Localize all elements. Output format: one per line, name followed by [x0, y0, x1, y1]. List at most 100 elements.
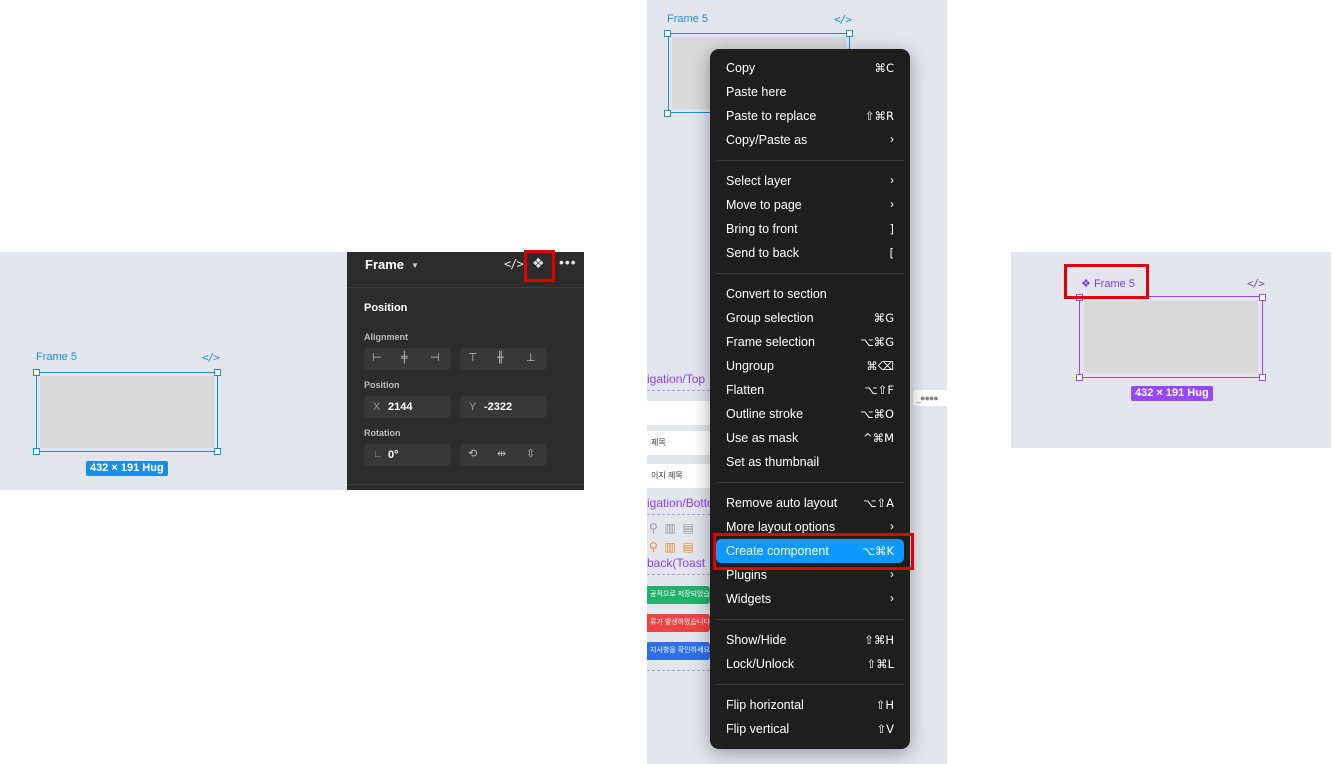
y-position-field[interactable]: Y -2322	[460, 396, 547, 418]
bg-row-title: 제목	[647, 431, 710, 455]
rotation-label: Rotation	[364, 428, 401, 438]
x-value[interactable]: 2144	[388, 401, 412, 413]
chevron-down-icon[interactable]: ▼	[411, 261, 419, 270]
position-section-title: Position	[364, 302, 408, 314]
menu-item-shortcut: ⇧H	[875, 698, 894, 712]
resize-handle-bottom-left[interactable]	[664, 110, 671, 117]
menu-separator	[716, 160, 904, 161]
menu-item-outline-stroke[interactable]: Outline stroke ⌥⌘O	[716, 402, 904, 426]
menu-item-remove-auto-layout[interactable]: Remove auto layout ⌥⇧A	[716, 491, 904, 515]
menu-item-widgets[interactable]: Widgets ›	[716, 587, 904, 611]
menu-item-convert-to-section[interactable]: Convert to section	[716, 282, 904, 306]
code-icon[interactable]: </>	[202, 351, 220, 364]
menu-item-label: Ungroup	[726, 359, 774, 373]
selected-frame[interactable]	[36, 372, 218, 452]
menu-item-label: Flatten	[726, 383, 765, 397]
resize-handle-top-left[interactable]	[664, 30, 671, 37]
menu-item-frame-selection[interactable]: Frame selection ⌥⌘G	[716, 330, 904, 354]
code-icon[interactable]: </>	[834, 13, 852, 26]
menu-item-shortcut: ⇧⌘L	[866, 657, 894, 671]
canvas-component-result: ❖ Frame 5 </> 432 × 191 Hug	[1011, 252, 1331, 448]
menu-item-label: Copy	[726, 61, 756, 75]
menu-item-label: Bring to front	[726, 222, 798, 236]
menu-item-select-layer[interactable]: Select layer ›	[716, 169, 904, 193]
menu-item-send-to-back[interactable]: Send to back [	[716, 241, 904, 265]
menu-item-flatten[interactable]: Flatten ⌥⇧F	[716, 378, 904, 402]
align-middle-icon[interactable]: ╫	[497, 351, 504, 364]
tab-bar-icons-gray: ⚲ ▥ ▤	[649, 521, 694, 535]
menu-item-use-as-mask[interactable]: Use as mask ^⌘M	[716, 426, 904, 450]
resize-handle-bottom-left[interactable]	[33, 448, 40, 455]
more-options-icon[interactable]: •••	[559, 254, 577, 270]
panel-title[interactable]: Frame	[365, 257, 404, 272]
menu-item-shortcut: ⌥⌘O	[860, 407, 894, 421]
context-menu: Copy ⌘C Paste here Paste to replace ⇧⌘R Copy/…	[710, 49, 910, 749]
x-position-field[interactable]: X 2144	[364, 396, 451, 418]
menu-item-copy-paste-as[interactable]: Copy/Paste as ›	[716, 128, 904, 152]
chevron-right-icon: ›	[890, 197, 894, 211]
menu-item-label: Paste here	[726, 85, 787, 99]
chevron-right-icon: ›	[890, 519, 894, 533]
frame-name-label[interactable]: Frame 5	[36, 351, 77, 363]
x-label: X	[373, 401, 381, 413]
canvas-frame-selected: Frame 5 </> 432 × 191 Hug	[0, 252, 347, 490]
rotate-icon[interactable]: ⟲	[468, 447, 477, 460]
menu-item-ungroup[interactable]: Ungroup ⌘⌫	[716, 354, 904, 378]
menu-item-flip-horizontal[interactable]: Flip horizontal ⇧H	[716, 693, 904, 717]
code-icon[interactable]: </>	[504, 257, 524, 271]
menu-item-copy[interactable]: Copy ⌘C	[716, 56, 904, 80]
bg-row-blank	[647, 401, 710, 425]
frame-fill	[40, 376, 214, 448]
menu-item-bring-to-front[interactable]: Bring to front]	[716, 217, 904, 241]
menu-item-flip-vertical[interactable]: Flip vertical ⇧V	[716, 717, 904, 741]
resize-handle-bottom-right[interactable]	[1259, 374, 1266, 381]
menu-item-paste-to-replace[interactable]: Paste to replace ⇧⌘R	[716, 104, 904, 128]
rotation-value[interactable]: 0°	[388, 449, 399, 461]
menu-item-label: Widgets	[726, 592, 772, 606]
menu-item-lock-unlock[interactable]: Lock/Unlock ⇧⌘L	[716, 652, 904, 676]
y-value[interactable]: -2322	[484, 401, 512, 413]
menu-item-show-hide[interactable]: Show/Hide ⇧⌘H	[716, 628, 904, 652]
align-right-icon[interactable]: ⊣	[430, 351, 440, 364]
code-icon[interactable]: </>	[1247, 277, 1265, 290]
toast-info: 지사항을 확인하세요.	[647, 642, 710, 660]
menu-item-shortcut: ⌥⌘G	[860, 335, 894, 349]
section-dashed-line	[647, 670, 710, 671]
menu-item-label: Frame selection	[726, 335, 815, 349]
vertical-align-group: ⊤ ╫ ⊥	[460, 348, 547, 370]
menu-separator	[716, 273, 904, 274]
frame-fill	[1084, 301, 1258, 373]
resize-handle-top-left[interactable]	[33, 369, 40, 376]
menu-item-paste-here[interactable]: Paste here	[716, 80, 904, 104]
toast-error: 류가 발생하였습니다.	[647, 614, 710, 632]
section-dashed-line	[647, 390, 710, 391]
menu-item-shortcut: ^⌘M	[862, 431, 894, 445]
menu-item-label: Remove auto layout	[726, 496, 838, 510]
menu-item-move-to-page[interactable]: Move to page ›	[716, 193, 904, 217]
align-bottom-icon[interactable]: ⊥	[526, 351, 536, 364]
section-dashed-line	[647, 574, 710, 575]
resize-handle-bottom-right[interactable]	[214, 448, 221, 455]
resize-handle-top-right[interactable]	[846, 30, 853, 37]
flip-horizontal-icon[interactable]: ⇹	[497, 447, 506, 460]
menu-item-shortcut: ⇧V	[876, 722, 894, 736]
menu-item-label: Show/Hide	[726, 633, 787, 647]
resize-handle-top-right[interactable]	[214, 369, 221, 376]
component-frame[interactable]	[1079, 296, 1263, 378]
menu-item-label: Flip horizontal	[726, 698, 804, 712]
tab-bar-icons-orange: ⚲ ▥ ▤	[649, 540, 694, 554]
frame-name-label[interactable]: Frame 5	[667, 13, 708, 25]
align-left-icon[interactable]: ⊢	[372, 351, 382, 364]
menu-item-label: Send to back	[726, 246, 799, 260]
menu-item-label: Group selection	[726, 311, 814, 325]
resize-handle-bottom-left[interactable]	[1076, 374, 1083, 381]
properties-panel: Frame ▼ </> ❖ ••• Position Alignment ⊢ ╪…	[347, 252, 584, 490]
menu-separator	[716, 482, 904, 483]
align-top-icon[interactable]: ⊤	[468, 351, 478, 364]
menu-item-set-as-thumbnail[interactable]: Set as thumbnail	[716, 450, 904, 474]
align-center-horizontal-icon[interactable]: ╪	[401, 351, 408, 364]
flip-vertical-icon[interactable]: ⇳	[526, 447, 535, 460]
rotation-field[interactable]: ∟ 0°	[364, 444, 451, 466]
menu-item-group-selection[interactable]: Group selection ⌘G	[716, 306, 904, 330]
resize-handle-top-right[interactable]	[1259, 294, 1266, 301]
